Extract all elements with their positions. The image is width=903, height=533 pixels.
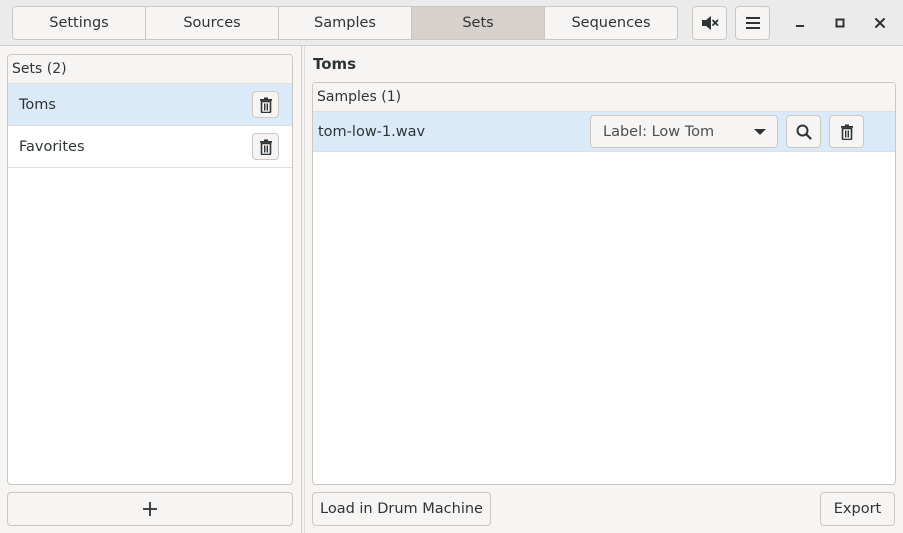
mute-button[interactable]: [692, 6, 727, 40]
plus-icon: [143, 502, 157, 516]
hamburger-menu-icon: [745, 17, 760, 29]
search-sample-button[interactable]: [786, 115, 821, 148]
add-set-button[interactable]: [7, 492, 293, 526]
delete-set-button[interactable]: [252, 133, 279, 160]
set-title: Toms: [313, 55, 357, 73]
trash-icon: [259, 139, 272, 155]
set-row-favorites[interactable]: Favorites: [8, 126, 292, 168]
minimize-button[interactable]: [787, 10, 813, 36]
maximize-button[interactable]: [827, 10, 853, 36]
delete-set-button[interactable]: [252, 91, 279, 118]
sets-list: Sets (2) Toms Favorites: [7, 54, 293, 485]
pane-separator[interactable]: [301, 46, 302, 533]
remove-sample-button[interactable]: [829, 115, 864, 148]
trash-icon: [259, 97, 272, 113]
speaker-muted-icon: [701, 16, 718, 30]
maximize-icon: [835, 18, 845, 28]
set-label: Toms: [19, 96, 56, 113]
trash-icon: [840, 124, 853, 140]
set-label: Favorites: [19, 138, 85, 155]
search-icon: [796, 124, 812, 140]
header-bar: Settings Sources Samples Sets Sequences: [0, 0, 903, 46]
samples-list-header: Samples (1): [313, 83, 895, 112]
view-switcher: Settings Sources Samples Sets Sequences: [12, 6, 678, 40]
tab-samples[interactable]: Samples: [279, 7, 412, 39]
sample-filename: tom-low-1.wav: [318, 123, 426, 140]
label-dropdown-value: Label: Low Tom: [603, 123, 715, 140]
tab-sequences[interactable]: Sequences: [545, 7, 677, 39]
tab-sets[interactable]: Sets: [412, 7, 545, 39]
label-dropdown[interactable]: Label: Low Tom: [590, 115, 778, 148]
tab-settings[interactable]: Settings: [13, 7, 146, 39]
set-row-toms[interactable]: Toms: [8, 84, 292, 126]
close-button[interactable]: [867, 10, 893, 36]
tab-sources[interactable]: Sources: [146, 7, 279, 39]
load-in-drum-machine-button[interactable]: Load in Drum Machine: [312, 492, 491, 526]
export-button[interactable]: Export: [820, 492, 895, 526]
close-icon: [875, 18, 885, 28]
sets-list-header: Sets (2): [8, 55, 292, 84]
samples-list: Samples (1) tom-low-1.wav Label: Low Tom: [312, 82, 896, 485]
pane-separator-highlight: [304, 46, 305, 533]
sample-row[interactable]: tom-low-1.wav Label: Low Tom: [313, 112, 895, 152]
minimize-icon: [796, 25, 804, 27]
dropdown-arrow-icon: [754, 129, 766, 135]
main-menu-button[interactable]: [735, 6, 770, 40]
